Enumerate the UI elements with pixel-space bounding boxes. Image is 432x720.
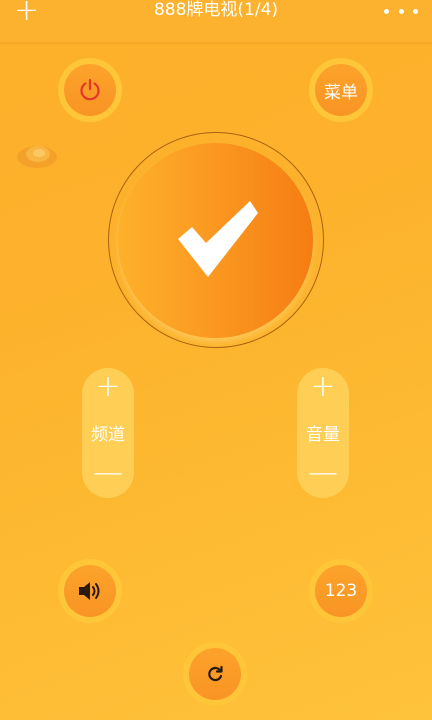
- device-title[interactable]: 888牌电视(1/4): [0, 0, 432, 22]
- more-dot-icon: [384, 8, 389, 14]
- power-button[interactable]: [58, 58, 122, 122]
- numpad-button-label: 123: [315, 565, 367, 617]
- mute-button[interactable]: [58, 559, 122, 623]
- checkmark-icon: [178, 201, 258, 277]
- ok-button[interactable]: [118, 143, 313, 338]
- channel-up-button[interactable]: +: [82, 372, 134, 402]
- mute-button-face: [64, 565, 116, 617]
- channel-down-button[interactable]: —: [82, 458, 134, 488]
- numpad-button[interactable]: 123: [309, 559, 373, 623]
- back-button[interactable]: [183, 642, 247, 706]
- more-dot-icon: [398, 8, 404, 14]
- speaker-icon: [79, 582, 100, 600]
- menu-button-label: 菜单: [315, 64, 367, 116]
- back-button-face: [189, 648, 241, 700]
- volume-up-button[interactable]: +: [297, 372, 349, 402]
- volume-control: + 音量 —: [297, 368, 349, 498]
- power-button-face: [64, 64, 116, 116]
- volume-label: 音量: [306, 425, 340, 445]
- more-dot-icon: [413, 8, 418, 14]
- refresh-icon: [208, 665, 223, 682]
- channel-label: 频道: [91, 425, 125, 445]
- menu-button[interactable]: 菜单: [309, 58, 373, 122]
- top-bar: + 888牌电视(1/4): [0, 0, 432, 42]
- power-icon: [80, 78, 100, 101]
- decorative-ingot-icon: [17, 146, 57, 168]
- channel-control: + 频道 —: [82, 368, 134, 498]
- volume-down-button[interactable]: —: [297, 458, 349, 488]
- more-options-button[interactable]: [384, 6, 418, 16]
